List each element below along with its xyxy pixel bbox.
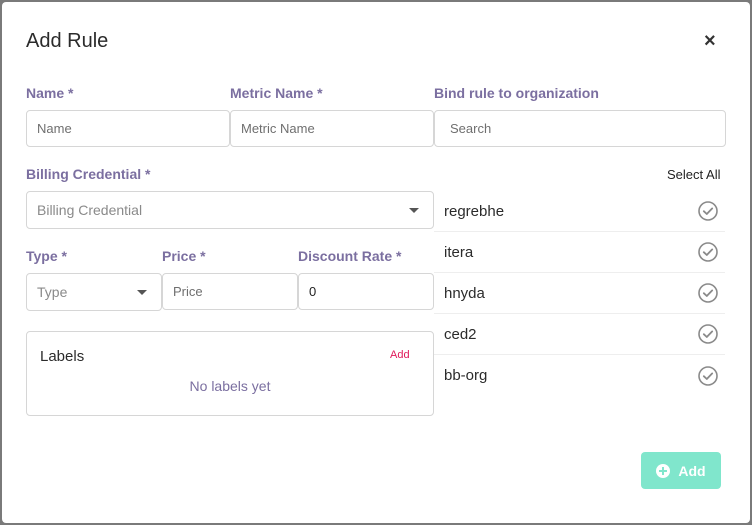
check-circle-icon[interactable] — [697, 200, 719, 222]
org-name: bb-org — [444, 367, 488, 384]
list-item[interactable]: bb-org — [434, 355, 725, 396]
check-circle-icon[interactable] — [697, 365, 719, 387]
chevron-down-icon — [137, 290, 147, 295]
add-button-label: Add — [678, 462, 706, 479]
add-label-link[interactable]: Add — [390, 349, 410, 361]
billing-credential-select[interactable]: Billing Credential — [26, 191, 434, 229]
list-item[interactable]: regrebhe — [434, 191, 725, 232]
add-rule-modal: Add Rule × Name * Metric Name * Bind rul… — [2, 2, 750, 523]
type-label: Type * — [26, 248, 67, 264]
labels-title: Labels — [40, 348, 85, 365]
modal-title: Add Rule — [26, 30, 109, 52]
price-input[interactable] — [162, 273, 298, 310]
check-circle-icon[interactable] — [697, 241, 719, 263]
billing-credential-placeholder: Billing Credential — [37, 202, 143, 218]
list-item[interactable]: ced2 — [434, 314, 725, 355]
org-name: ced2 — [444, 325, 477, 343]
close-icon[interactable]: × — [704, 31, 716, 51]
discount-rate-input[interactable] — [298, 273, 434, 310]
type-select[interactable]: Type — [26, 273, 162, 311]
org-name: hnyda — [444, 284, 485, 302]
metric-name-label: Metric Name * — [230, 85, 323, 101]
bind-org-label: Bind rule to organization — [434, 85, 599, 101]
name-label: Name * — [26, 85, 74, 101]
check-circle-icon[interactable] — [697, 323, 719, 345]
chevron-down-icon — [409, 208, 419, 213]
type-placeholder: Type — [37, 284, 68, 300]
select-all-link[interactable]: Select All — [667, 167, 720, 182]
check-circle-icon[interactable] — [697, 282, 719, 304]
labels-empty-text: No labels yet — [189, 378, 271, 394]
name-input[interactable] — [26, 110, 230, 147]
plus-circle-icon — [656, 463, 671, 478]
add-rule-button[interactable]: Add — [641, 452, 721, 489]
labels-panel: Labels Add No labels yet — [26, 331, 434, 416]
metric-name-input[interactable] — [230, 110, 434, 147]
organization-list: regrebhe itera hnyda ced2 bb-org — [434, 191, 725, 396]
price-label: Price * — [162, 248, 206, 264]
org-search-input[interactable] — [434, 110, 726, 147]
list-item[interactable]: itera — [434, 232, 725, 273]
discount-rate-label: Discount Rate * — [298, 248, 402, 264]
org-name: itera — [444, 243, 474, 261]
org-name: regrebhe — [444, 202, 505, 220]
billing-credential-label: Billing Credential * — [26, 166, 151, 182]
list-item[interactable]: hnyda — [434, 273, 725, 314]
